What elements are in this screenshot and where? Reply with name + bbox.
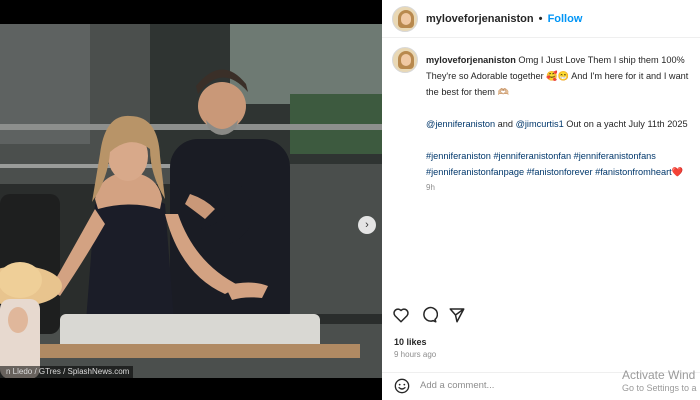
photo-credit: n Lledo / GTres / SplashNews.com <box>0 366 134 378</box>
caption-username[interactable]: myloveforjenaniston <box>426 55 516 65</box>
yacht-photo-illustration <box>0 24 382 378</box>
avatar[interactable] <box>392 6 418 32</box>
hashtag[interactable]: #jenniferanistonfans <box>574 151 656 161</box>
avatar-face <box>401 54 411 66</box>
header-separator: • <box>538 13 543 25</box>
caption-yacht: Out on a yacht July 11th 2025 <box>566 119 688 129</box>
caption-and: and <box>497 119 513 129</box>
post-header: myloveforjenaniston • Follow <box>382 0 700 38</box>
hashtag[interactable]: #jenniferanistonfan <box>493 151 571 161</box>
mention-jenniferaniston[interactable]: @jenniferaniston <box>426 119 495 129</box>
instagram-post-window: n Lledo / GTres / SplashNews.com › mylov… <box>0 0 700 400</box>
hashtag[interactable]: #fanistonfromheart <box>595 167 672 177</box>
post-actions <box>392 306 692 326</box>
hashtag[interactable]: #jenniferanistonfanpage <box>426 167 524 177</box>
header-user-row: myloveforjenaniston • Follow <box>426 13 582 25</box>
caption-avatar[interactable] <box>392 47 418 73</box>
caption-block: myloveforjenaniston Omg I Just Love Them… <box>382 47 700 297</box>
likes-count[interactable]: 10 likes <box>394 337 427 347</box>
post-side-panel: myloveforjenaniston • Follow myloveforje… <box>382 0 700 400</box>
mention-jimcurtis1[interactable]: @jimcurtis1 <box>516 119 564 129</box>
post-photo[interactable]: n Lledo / GTres / SplashNews.com › <box>0 24 382 378</box>
posted-time: 9 hours ago <box>394 350 437 359</box>
caption-text: myloveforjenaniston Omg I Just Love Them… <box>426 52 696 196</box>
header-username[interactable]: myloveforjenaniston <box>426 13 534 25</box>
hashtag[interactable]: #jenniferaniston <box>426 151 491 161</box>
heart-emoji: ❤️ <box>671 167 684 177</box>
comment-bubble-icon[interactable] <box>420 306 438 324</box>
smiley-icon[interactable] <box>394 378 410 394</box>
next-photo-button[interactable]: › <box>358 216 376 234</box>
hashtag[interactable]: #fanistonforever <box>527 167 593 177</box>
follow-button[interactable]: Follow <box>548 13 583 25</box>
comment-bar <box>382 372 700 400</box>
heart-outline-icon[interactable] <box>392 306 410 324</box>
comment-input[interactable] <box>420 380 570 391</box>
avatar-face <box>401 13 411 25</box>
caption-time: 9h <box>426 183 435 192</box>
paper-plane-icon[interactable] <box>448 306 466 324</box>
